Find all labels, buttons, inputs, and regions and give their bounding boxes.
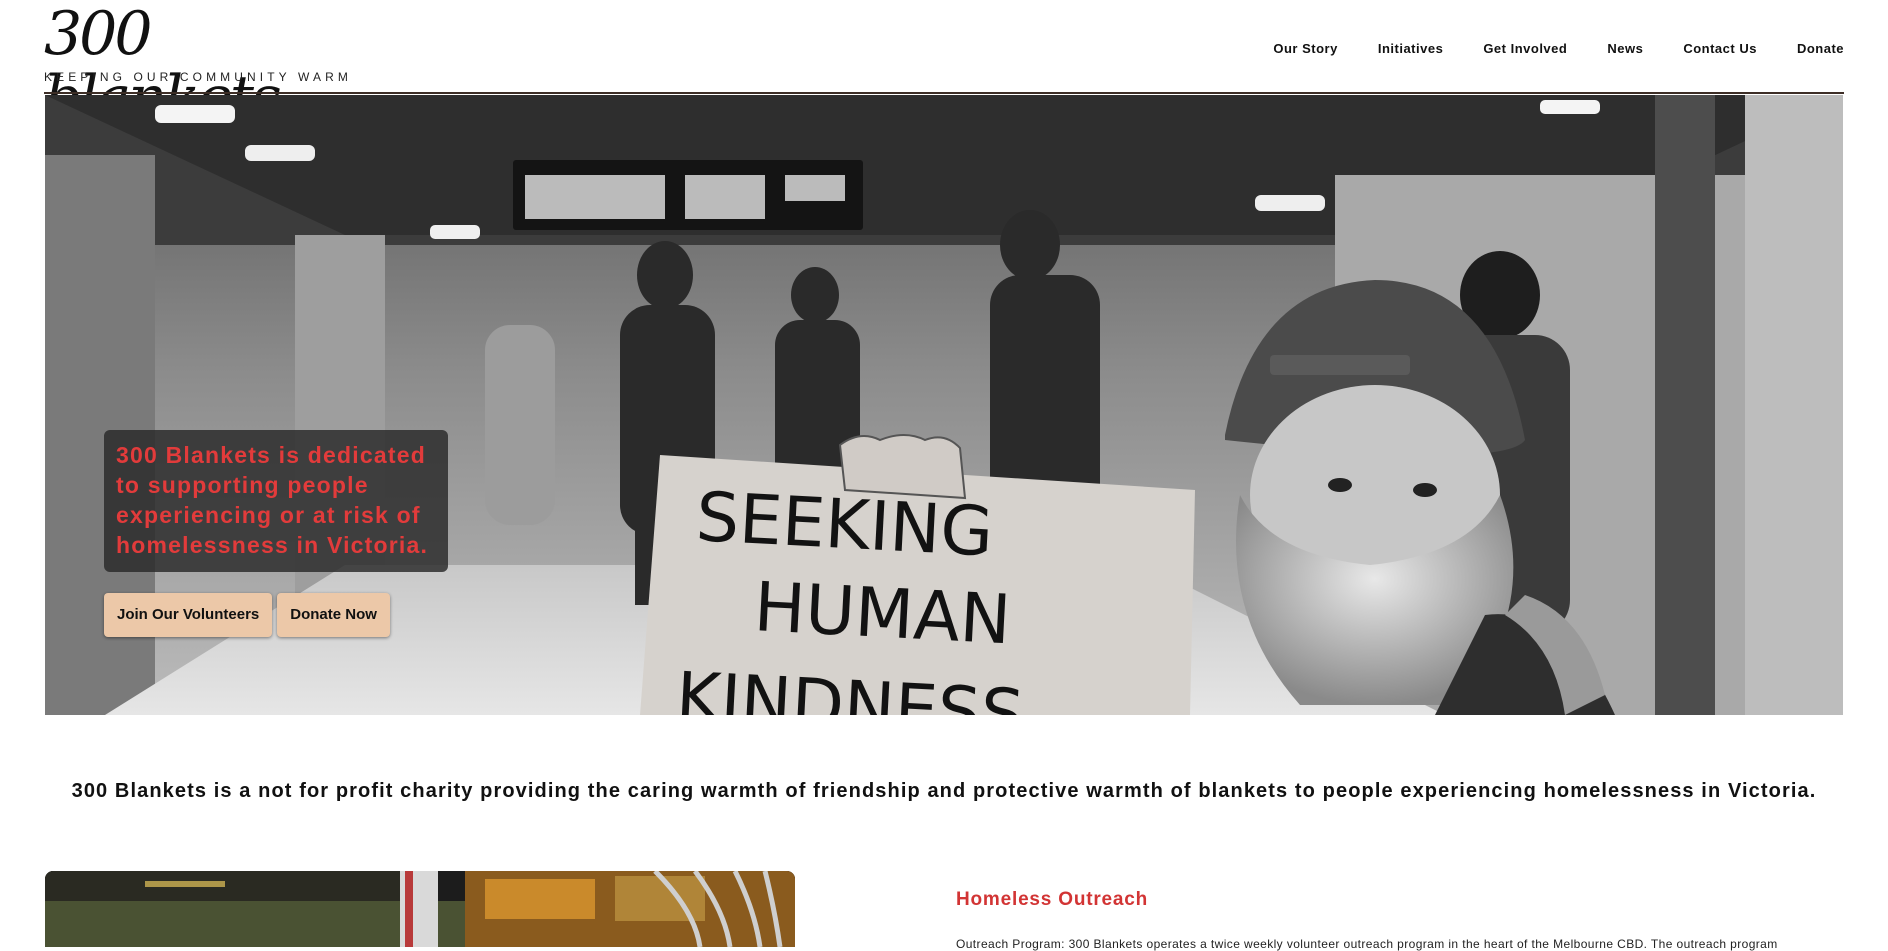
header-divider <box>44 92 1844 94</box>
departure-board <box>513 160 863 230</box>
nav-news[interactable]: News <box>1607 41 1643 56</box>
nav-donate[interactable]: Donate <box>1797 41 1844 56</box>
nav-initiatives[interactable]: Initiatives <box>1378 41 1443 56</box>
nav-our-story[interactable]: Our Story <box>1273 41 1337 56</box>
site-header: 300 blankets KEEPING OUR COMMUNITY WARM … <box>0 0 1888 130</box>
site-logo[interactable]: 300 blankets KEEPING OUR COMMUNITY WARM <box>44 2 348 130</box>
hero-cta-group: Join Our Volunteers Donate Now <box>104 593 390 637</box>
join-volunteers-button[interactable]: Join Our Volunteers <box>104 593 273 637</box>
mission-statement: 300 Blankets is a not for profit charity… <box>71 780 1817 802</box>
sign-line-2: HUMAN <box>752 568 1013 660</box>
donate-now-button[interactable]: Donate Now <box>277 593 390 637</box>
outreach-title: Homeless Outreach <box>956 889 1149 910</box>
hero-caption: 300 Blankets is dedicated to supporting … <box>104 430 448 572</box>
nav-get-involved[interactable]: Get Involved <box>1483 41 1567 56</box>
outreach-photo-art <box>45 871 795 947</box>
nav-contact-us[interactable]: Contact Us <box>1683 41 1757 56</box>
main-nav: Our Story Initiatives Get Involved News … <box>1233 41 1844 56</box>
hero-banner: SEEKING HUMAN KINDNESS 300 Blankets is d… <box>45 95 1843 715</box>
outreach-photo <box>45 871 795 947</box>
outreach-description: Outreach Program: 300 Blankets operates … <box>956 937 1778 951</box>
logo-tagline: KEEPING OUR COMMUNITY WARM <box>44 70 352 84</box>
